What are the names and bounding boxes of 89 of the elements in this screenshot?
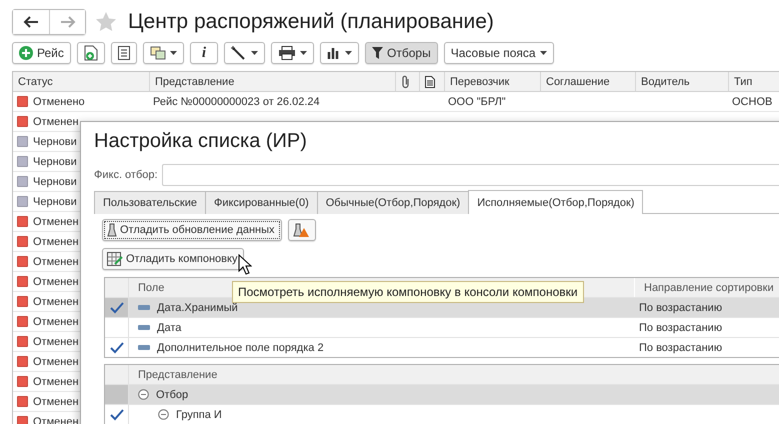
paperclip-icon: [401, 74, 411, 88]
arrow-right-icon: [60, 16, 76, 28]
copy-icon: [150, 46, 166, 60]
bar-chart-icon: [327, 47, 342, 59]
table-cell: Отменен: [33, 336, 79, 348]
table-cell: По возрастанию: [639, 342, 722, 354]
table-cell: Отменен: [33, 296, 79, 308]
window-title: Центр распоряжений (планирование): [128, 10, 494, 34]
chart-button[interactable]: [320, 42, 360, 64]
column-header[interactable]: Перевозчик: [444, 72, 540, 91]
table-cell: Отменен: [33, 376, 79, 388]
flask-icon: [107, 223, 117, 237]
table-cell: Группа И: [176, 408, 222, 420]
column-header[interactable]: Направление сортировки: [634, 278, 779, 297]
caret-icon: [170, 51, 177, 55]
collapse-icon: [158, 409, 169, 420]
table-cell: Рейс №00000000023 от 26.02.24: [153, 96, 320, 108]
field-icon: [138, 345, 150, 350]
tooltip: Посмотреть исполняемую компоновку в консоли компоновки: [232, 281, 584, 303]
column-header[interactable]: Тип: [728, 72, 779, 91]
info-button[interactable]: i: [190, 42, 218, 64]
column-header[interactable]: Представление: [149, 72, 395, 91]
document-icon: [425, 76, 435, 88]
table-cell: Дата.Хранимый: [157, 302, 238, 314]
table-cell: Отменен: [33, 356, 79, 368]
table-cell: По возрастанию: [639, 302, 722, 314]
table-row[interactable]: Отбор: [105, 385, 779, 405]
field-icon: [138, 325, 150, 330]
caret-icon: [251, 51, 258, 55]
table-cell: ОСНОВ: [732, 96, 772, 108]
tab[interactable]: Исполняемые(Отбор,Порядок): [468, 190, 644, 214]
table-cell: Отбор: [156, 388, 188, 400]
debug-update-button[interactable]: Отладить обновление данных: [102, 219, 282, 241]
printer-icon: [278, 46, 296, 60]
wand-icon: [231, 46, 248, 60]
table-cell: Чернови: [33, 136, 77, 148]
table-cell: Отменен: [33, 216, 79, 228]
field-icon: [138, 305, 150, 310]
table-row[interactable]: Дата По возрастанию: [105, 318, 779, 338]
debug-layout-button[interactable]: Отладить компоновку: [102, 248, 244, 270]
table-cell: Чернови: [33, 156, 77, 168]
toolbar-button[interactable]: Рейс: [12, 42, 71, 64]
column-header[interactable]: Соглашение: [540, 72, 635, 91]
caret-icon: [345, 51, 352, 55]
warning-button[interactable]: [288, 219, 316, 241]
mouse-cursor-icon: [238, 254, 252, 276]
back-button[interactable]: [13, 10, 49, 34]
checkmark-icon: [110, 408, 124, 420]
caret-icon: [540, 51, 547, 55]
tab[interactable]: Фиксированные(0): [204, 191, 318, 214]
star-icon[interactable]: [96, 12, 116, 31]
table-cell: ООО "БРЛ": [448, 96, 506, 108]
table-cell: Чернови: [33, 196, 77, 208]
table-cell: Отменен: [33, 316, 79, 328]
table-cell: Отменен: [33, 236, 79, 248]
table-cell: Дата: [157, 322, 182, 334]
column-header[interactable]: Статус: [13, 72, 149, 91]
tab[interactable]: Обычные(Отбор,Порядок): [316, 191, 470, 214]
filter-icon: [372, 47, 384, 59]
tab[interactable]: Пользовательские: [94, 191, 206, 214]
doc-add-button[interactable]: [76, 42, 105, 64]
table-cell: Чернови: [33, 176, 77, 188]
table-cell: Отменен: [33, 276, 79, 288]
document-plus-icon: [84, 45, 98, 61]
list-button[interactable]: [110, 42, 137, 64]
toolbar-button[interactable]: Часовые пояса: [444, 42, 554, 64]
table-cell: Отменен: [33, 396, 79, 408]
plus-circle-icon: [19, 46, 33, 60]
dialog-title: Настройка списка (ИР): [94, 130, 308, 154]
checkmark-icon: [110, 302, 124, 314]
copy-button[interactable]: [142, 42, 184, 64]
table-cell: По возрастанию: [639, 322, 722, 334]
column-header[interactable]: Водитель: [635, 72, 728, 91]
field-label: Фикс. отбор:: [94, 169, 158, 181]
input-field[interactable]: [162, 164, 779, 186]
grid-icon: [107, 252, 123, 266]
checkmark-icon: [110, 342, 124, 354]
collapse-icon: [138, 389, 149, 400]
table-cell: Отменен: [33, 116, 79, 128]
table-cell: Отменено: [33, 96, 85, 108]
caret-icon: [300, 51, 308, 55]
toolbar-button[interactable]: Отборы: [365, 42, 438, 64]
arrow-left-icon: [23, 16, 39, 28]
list-icon: [118, 46, 130, 60]
table-cell: Отменен: [33, 256, 79, 268]
print-button[interactable]: [271, 42, 314, 64]
wand-button[interactable]: [224, 42, 266, 64]
table-cell: Дополнительное поле порядка 2: [157, 342, 324, 354]
warning-icon: [292, 223, 308, 237]
